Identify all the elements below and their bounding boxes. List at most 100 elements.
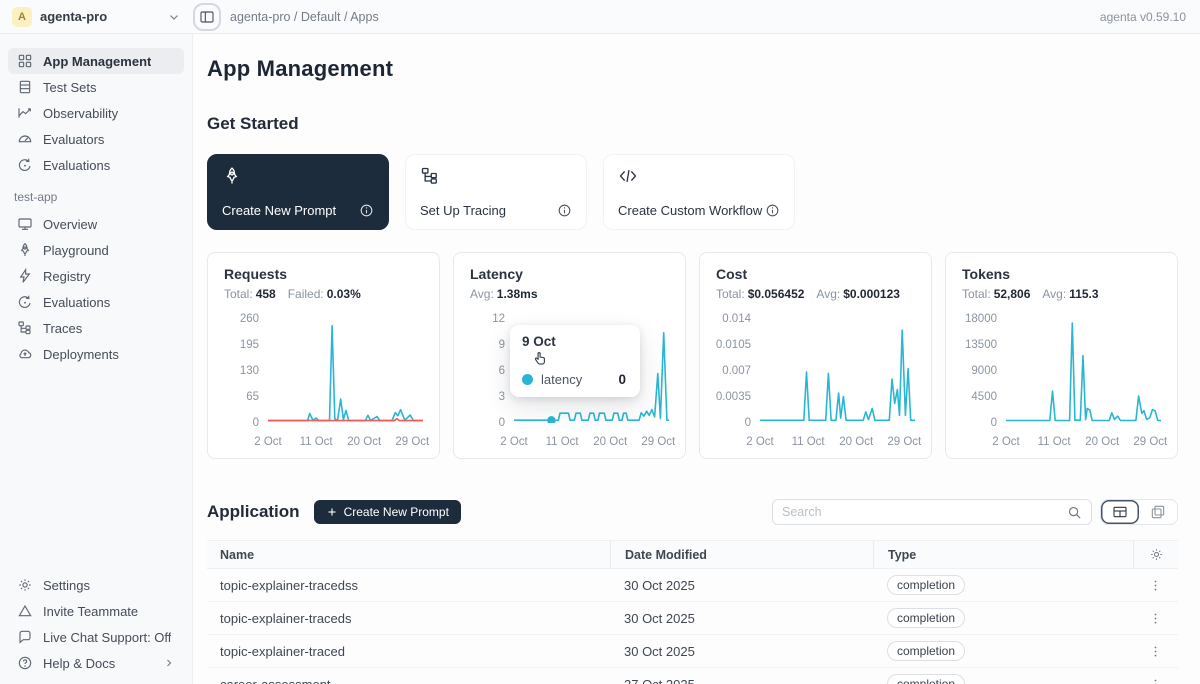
sidebar-item-label: Traces <box>43 321 82 336</box>
cloud-icon <box>17 346 33 362</box>
column-header-name[interactable]: Name <box>207 541 610 568</box>
row-actions-button[interactable] <box>1146 675 1165 684</box>
rocket-icon <box>17 242 33 258</box>
tooltip-series-label: latency <box>541 372 582 387</box>
y-axis: 1800013500900045000 <box>962 313 1006 429</box>
chart-line-icon <box>17 105 33 121</box>
sidebar-item-help-docs[interactable]: Help & Docs <box>8 650 184 676</box>
code-icon <box>618 166 638 186</box>
plus-icon <box>326 506 338 518</box>
breadcrumb-area: agenta-pro / Default / Apps <box>193 3 379 31</box>
tokens-line-chart: 1800013500900045000 <box>962 319 1161 429</box>
application-header: Application Create New Prompt <box>207 499 1178 525</box>
triangle-icon <box>17 603 33 619</box>
sidebar-item-label: Help & Docs <box>43 656 115 671</box>
chart-stats: Total:458 Failed:0.03% <box>224 287 423 301</box>
table-view-button[interactable] <box>1101 500 1139 524</box>
view-toggle <box>1100 499 1178 525</box>
table-row[interactable]: topic-explainer-tracedss 30 Oct 2025 com… <box>207 569 1178 602</box>
gauge-icon <box>17 131 33 147</box>
info-icon[interactable] <box>557 203 572 218</box>
sidebar-item-evaluators[interactable]: Evaluators <box>8 126 184 152</box>
cycle-icon <box>17 294 33 310</box>
sidebar-item-playground[interactable]: Playground <box>8 237 184 263</box>
app-version: agenta v0.59.10 <box>1100 10 1200 24</box>
chart-plot <box>268 319 423 423</box>
sidebar-item-label: Test Sets <box>43 80 96 95</box>
sidebar-item-label: App Management <box>43 54 151 69</box>
table-row[interactable]: career-assessment 27 Oct 2025 completion <box>207 668 1178 684</box>
type-badge: completion <box>887 641 965 661</box>
info-icon[interactable] <box>765 203 780 218</box>
top-bar: A agenta-pro agenta-pro / Default / Apps… <box>0 0 1200 34</box>
y-axis: 0.0140.01050.0070.00350 <box>716 313 760 429</box>
sidebar-item-deployments[interactable]: Deployments <box>8 341 184 367</box>
sidebar-item-overview[interactable]: Overview <box>8 211 184 237</box>
row-actions-button[interactable] <box>1146 642 1165 661</box>
sidebar-item-test-sets[interactable]: Test Sets <box>8 74 184 100</box>
sidebar-item-label: Evaluators <box>43 132 104 147</box>
gear-icon <box>1149 547 1164 562</box>
applications-table: Name Date Modified Type topic-explainer-… <box>207 540 1178 684</box>
set-up-tracing-card[interactable]: Set Up Tracing <box>405 154 587 230</box>
card-label: Set Up Tracing <box>420 203 506 218</box>
tree-icon <box>17 320 33 336</box>
sidebar-item-label: Settings <box>43 578 90 593</box>
app-name: topic-explainer-traced <box>207 635 610 667</box>
app-name: career-assessment <box>207 668 610 684</box>
sidebar-item-label: Observability <box>43 106 118 121</box>
type-badge: completion <box>887 575 965 595</box>
workspace-switcher[interactable]: A agenta-pro <box>0 7 193 27</box>
chart-title: Latency <box>470 266 669 282</box>
column-header-date-modified[interactable]: Date Modified <box>610 541 873 568</box>
sidebar-item-label: Invite Teammate <box>43 604 138 619</box>
sidebar-item-invite-teammate[interactable]: Invite Teammate <box>8 598 184 624</box>
chevron-down-icon <box>167 10 181 24</box>
sidebar-item-registry[interactable]: Registry <box>8 263 184 289</box>
sidebar-item-observability[interactable]: Observability <box>8 100 184 126</box>
row-actions-button[interactable] <box>1146 576 1165 595</box>
test-sets-icon <box>17 79 33 95</box>
sidebar-item-app-evaluations[interactable]: Evaluations <box>8 289 184 315</box>
column-settings-button[interactable] <box>1147 545 1166 564</box>
chart-title: Tokens <box>962 266 1161 282</box>
search-box <box>772 499 1092 525</box>
hand-cursor-icon <box>530 350 628 369</box>
create-custom-workflow-card[interactable]: Create Custom Workflow <box>603 154 795 230</box>
requests-chart-card: Requests Total:458 Failed:0.03% 26019513… <box>207 252 440 459</box>
sidebar-item-label: Evaluations <box>43 295 110 310</box>
table-row[interactable]: topic-explainer-traced 30 Oct 2025 compl… <box>207 635 1178 668</box>
sidebar: App Management Test Sets Observability E… <box>0 34 193 684</box>
row-actions-button[interactable] <box>1146 609 1165 628</box>
sidebar-item-settings[interactable]: Settings <box>8 572 184 598</box>
create-new-prompt-button[interactable]: Create New Prompt <box>314 500 461 524</box>
table-row[interactable]: topic-explainer-traceds 30 Oct 2025 comp… <box>207 602 1178 635</box>
search-input[interactable] <box>782 505 1067 519</box>
sidebar-item-live-chat-support[interactable]: Live Chat Support: Off <box>8 624 184 650</box>
column-header-type[interactable]: Type <box>873 541 1133 568</box>
info-icon[interactable] <box>359 203 374 218</box>
app-date-modified: 27 Oct 2025 <box>610 668 873 684</box>
app-date-modified: 30 Oct 2025 <box>610 602 873 634</box>
chart-stats: Avg:1.38ms <box>470 287 669 301</box>
chart-tooltip: 9 Oct latency 0 <box>510 325 640 397</box>
sidebar-app-section-label: test-app <box>14 190 178 204</box>
sidebar-item-traces[interactable]: Traces <box>8 315 184 341</box>
sidebar-item-evaluations[interactable]: Evaluations <box>8 152 184 178</box>
cycle-icon <box>17 157 33 173</box>
dots-vertical-icon <box>1148 677 1163 684</box>
create-new-prompt-card[interactable]: Create New Prompt <box>207 154 389 230</box>
lightning-icon <box>17 268 33 284</box>
card-label: Create Custom Workflow <box>618 203 762 218</box>
card-label: Create New Prompt <box>222 203 336 218</box>
monitor-icon <box>17 216 33 232</box>
sidebar-item-label: Overview <box>43 217 97 232</box>
x-axis: 2 Oct11 Oct20 Oct29 Oct <box>1006 436 1161 450</box>
help-icon <box>17 655 33 671</box>
cost-line-chart: 0.0140.01050.0070.00350 <box>716 319 915 429</box>
app-date-modified: 30 Oct 2025 <box>610 569 873 601</box>
card-view-button[interactable] <box>1139 500 1177 524</box>
sidebar-toggle-button[interactable] <box>193 3 221 31</box>
cost-chart-card: Cost Total:$0.056452 Avg:$0.000123 0.014… <box>699 252 932 459</box>
sidebar-item-app-management[interactable]: App Management <box>8 48 184 74</box>
